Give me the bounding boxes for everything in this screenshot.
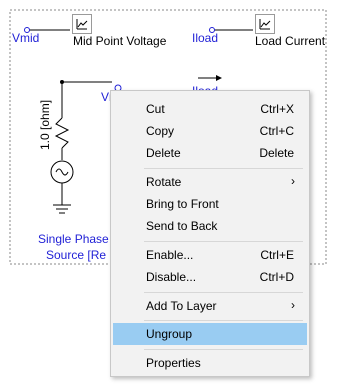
cut-shortcut: Ctrl+X [260,102,294,116]
menu-separator [144,241,303,242]
copy-label: Copy [146,124,175,138]
delete-shortcut: Delete [259,146,294,160]
ungroup-label: Ungroup [146,327,193,341]
resistor-value-label: 1.0 [ohm] [38,99,52,150]
menu-item-ungroup[interactable]: Ungroup [113,323,307,345]
menu-item-delete[interactable]: Delete Delete [113,142,307,164]
load-current-label: Load Current [255,34,326,48]
rotate-label: Rotate [146,175,182,189]
properties-label: Properties [146,356,201,370]
source-label-line2: Source [Re [46,248,107,262]
resistor-symbol [54,117,70,149]
submenu-arrow-icon: › [291,298,295,312]
source-label-line1: Single Phase [38,232,109,246]
menu-item-copy[interactable]: Copy Ctrl+C [113,120,307,142]
copy-shortcut: Ctrl+C [259,124,294,138]
context-menu: Cut Ctrl+X Copy Ctrl+C Delete Delete Rot… [110,90,310,377]
current-meter-icon[interactable] [255,14,275,34]
menu-separator [144,292,303,293]
delete-label: Delete [146,146,181,160]
menu-item-add-to-layer[interactable]: Add To Layer › [113,295,307,317]
iload-label-top: Iload [192,31,219,45]
menu-separator [144,320,303,321]
menu-item-disable[interactable]: Disable... Ctrl+D [113,266,307,288]
menu-item-rotate[interactable]: Rotate › [113,171,307,193]
menu-item-bring-to-front[interactable]: Bring to Front [113,193,307,215]
bring-to-front-label: Bring to Front [146,197,219,211]
menu-separator [144,349,303,350]
cut-label: Cut [146,102,165,116]
menu-item-properties[interactable]: Properties [113,352,307,374]
send-to-back-label: Send to Back [146,219,218,233]
menu-item-send-to-back[interactable]: Send to Back [113,215,307,237]
menu-item-cut[interactable]: Cut Ctrl+X [113,98,307,120]
voltage-meter-icon[interactable] [72,14,92,34]
junction-dot [60,80,64,84]
enable-shortcut: Ctrl+E [260,248,294,262]
enable-label: Enable... [146,248,194,262]
disable-shortcut: Ctrl+D [259,270,294,284]
submenu-arrow-icon: › [291,174,295,188]
menu-separator [144,168,303,169]
menu-item-enable[interactable]: Enable... Ctrl+E [113,244,307,266]
mid-point-voltage-label: Mid Point Voltage [73,34,167,48]
vmid-label: Vmid [12,31,40,45]
add-to-layer-label: Add To Layer [146,299,217,313]
disable-label: Disable... [146,270,197,284]
